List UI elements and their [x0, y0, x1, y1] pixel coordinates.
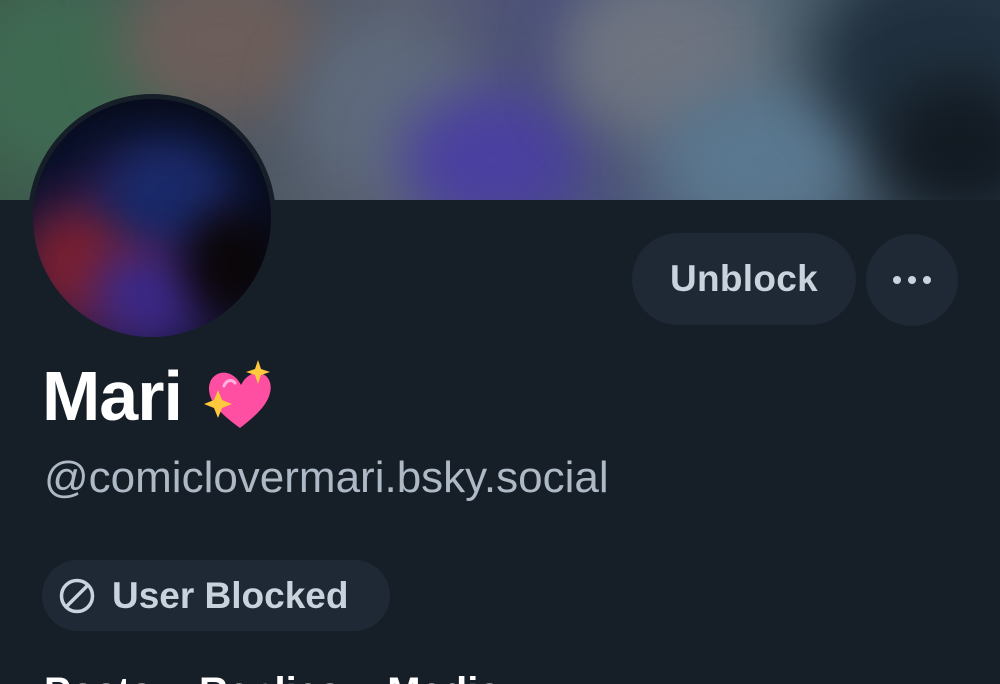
profile-tabs: Posts Replies Media — [44, 672, 501, 684]
display-name: Mari — [42, 357, 183, 435]
user-blocked-badge: User Blocked — [42, 560, 390, 631]
unblock-button[interactable]: Unblock — [632, 233, 856, 325]
profile-page: Unblock Mari @comiclovermari.bsky.social… — [0, 0, 1000, 684]
tab-posts[interactable]: Posts — [44, 672, 153, 684]
sparkling-heart-emoji — [203, 360, 271, 428]
user-blocked-label: User Blocked — [112, 574, 349, 616]
avatar[interactable] — [33, 99, 271, 337]
display-name-row: Mari — [42, 356, 274, 436]
tab-replies[interactable]: Replies — [199, 672, 341, 684]
more-horizontal-icon — [893, 276, 931, 284]
more-options-button[interactable] — [866, 234, 958, 326]
blocked-circle-icon — [59, 578, 95, 613]
profile-handle: @comiclovermari.bsky.social — [44, 453, 609, 502]
tab-media[interactable]: Media — [387, 672, 500, 684]
